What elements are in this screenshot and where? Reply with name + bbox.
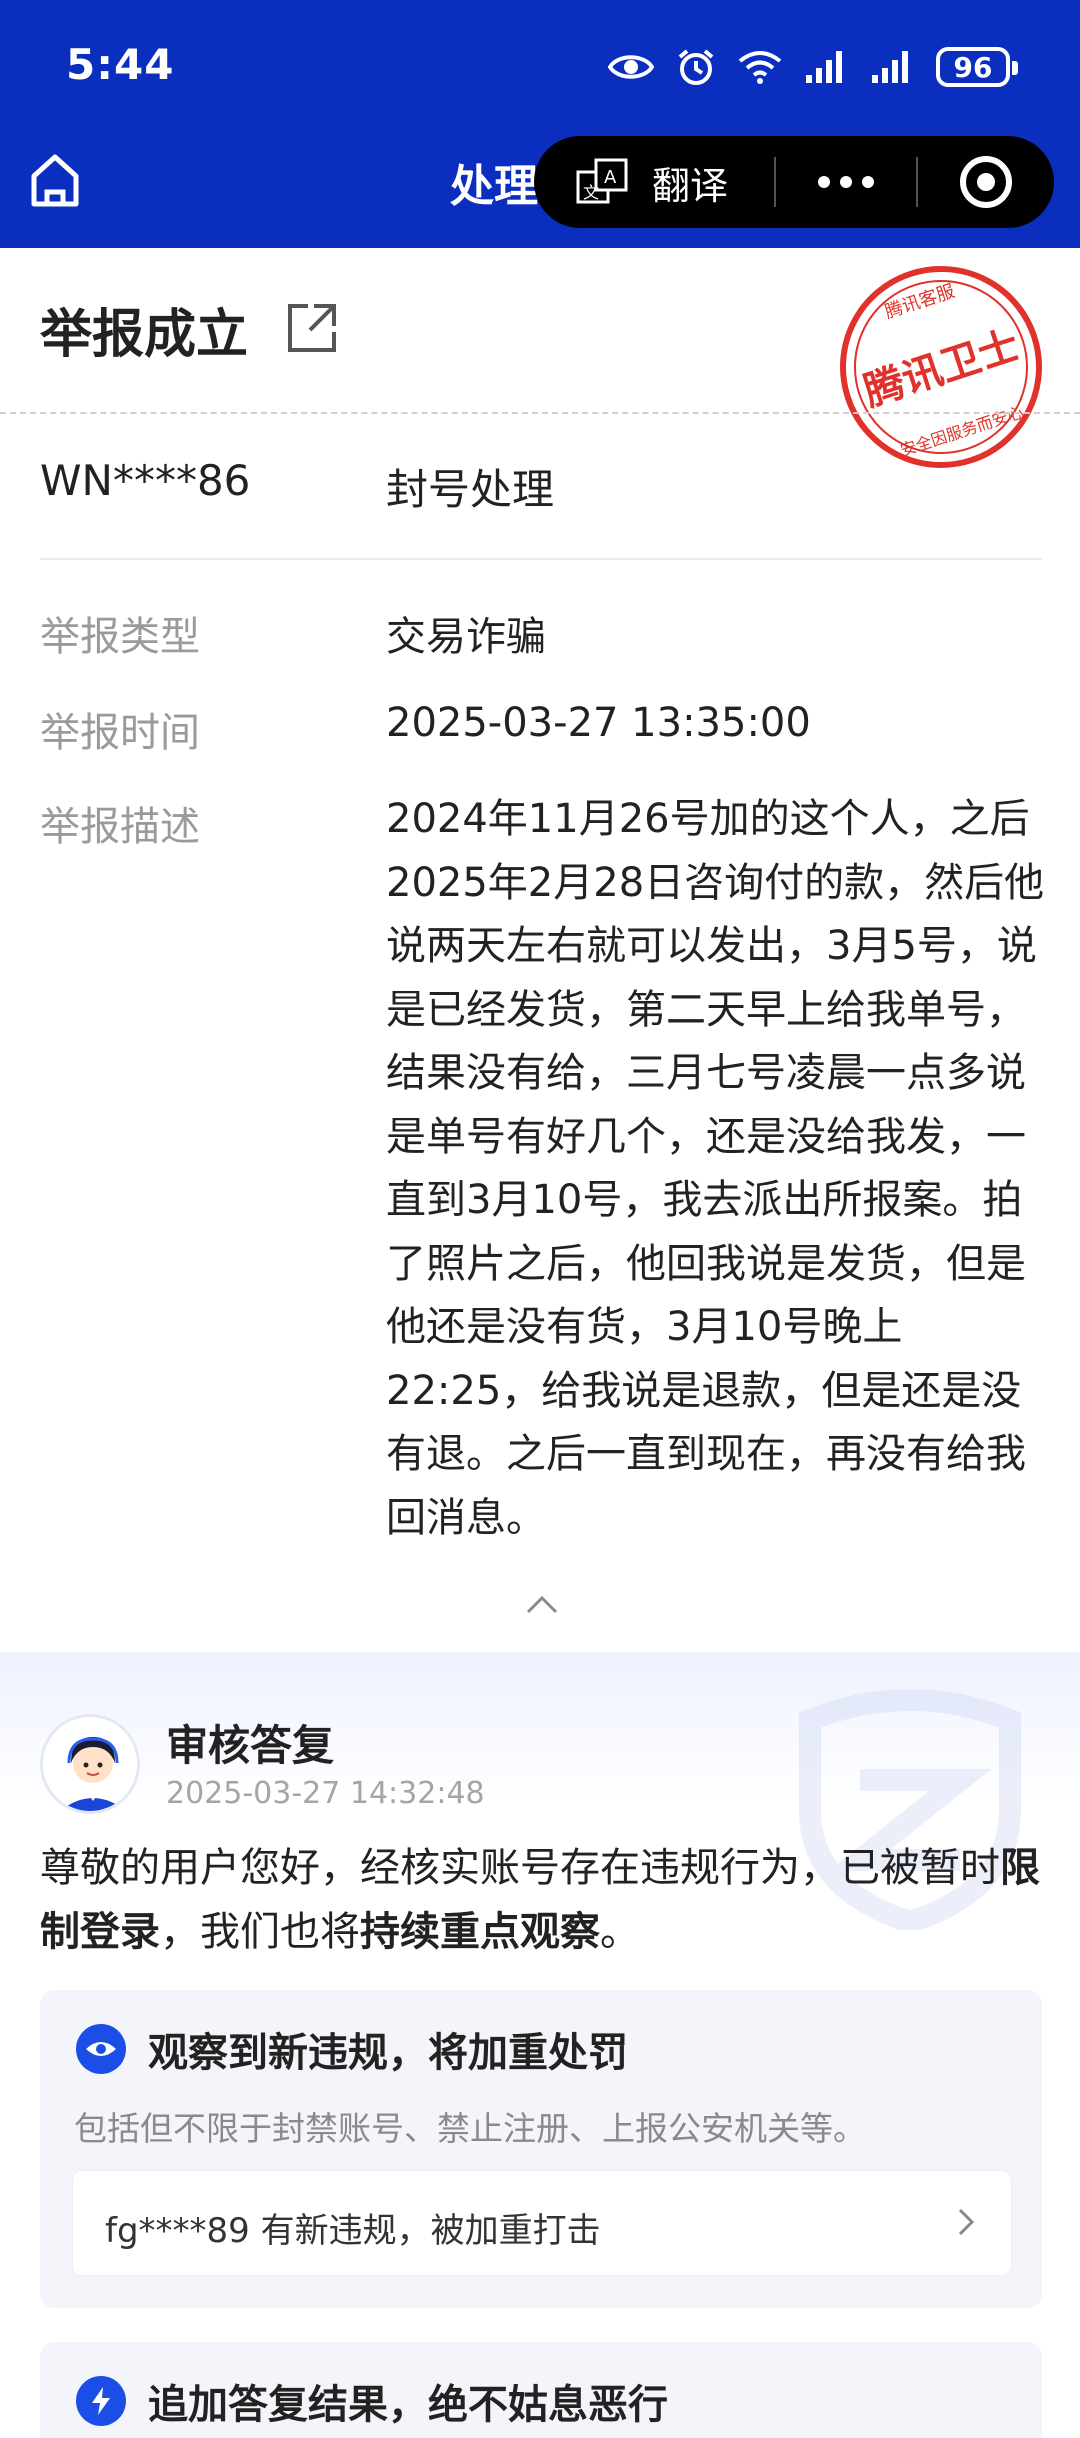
mini-program-capsule: A 文 翻译	[534, 136, 1054, 228]
battery-icon: 96	[936, 47, 1018, 87]
dashed-divider	[0, 412, 1080, 414]
top-bar: 5:44 96 处理 A 文 翻译	[0, 0, 1080, 248]
report-time-label: 举报时间	[40, 710, 200, 756]
alarm-icon	[678, 49, 714, 85]
bold-continuous-watch: 持续重点观察	[360, 1909, 600, 1955]
svg-text:腾讯卫士: 腾讯卫士	[858, 322, 1024, 415]
translate-label: 翻译	[652, 163, 729, 208]
handling-result: 封号处理	[386, 465, 555, 514]
translate-icon: A 文	[576, 158, 628, 204]
close-circle-icon	[960, 156, 1012, 208]
tencent-guard-stamp: 腾讯客服 腾讯卫士 安全因服务而安心	[840, 266, 1042, 468]
violation-item-text: fg****89 有新违规，被加重打击	[105, 2211, 601, 2251]
card-title: 追加答复结果，绝不姑息恶行	[148, 2382, 668, 2428]
svg-text:腾讯客服: 腾讯客服	[882, 281, 957, 323]
report-type-value: 交易诈骗	[386, 614, 546, 660]
svg-text:A: A	[604, 167, 617, 188]
violation-item[interactable]: fg****89 有新违规，被加重打击	[72, 2170, 1012, 2276]
review-message: 尊敬的用户您好，经核实账号存在违规行为，已被暂时限制登录，我们也将持续重点观察。	[40, 1845, 1040, 1955]
status-icons: 96	[608, 42, 1018, 92]
page-title: 处理	[450, 161, 538, 212]
status-time: 5:44	[66, 40, 175, 89]
review-time: 2025-03-27 14:32:48	[166, 1776, 485, 1811]
translate-button[interactable]: A 文 翻译	[534, 136, 774, 228]
report-desc-value: 2024年11月26号加的这个人，之后2025年2月28日咨询付的款，然后他说两…	[386, 796, 1045, 1541]
report-desc-label: 举报描述	[40, 804, 200, 850]
more-dot-icon	[818, 176, 830, 188]
divider	[40, 558, 1042, 560]
eye-badge-icon	[76, 2024, 126, 2074]
signal-icon-2	[872, 51, 908, 83]
chevron-right-icon	[958, 2208, 975, 2236]
more-dot-icon	[862, 176, 874, 188]
lightning-badge-icon	[76, 2376, 126, 2426]
wifi-icon	[738, 51, 782, 84]
report-type-label: 举报类型	[40, 614, 200, 660]
close-miniprogram-button[interactable]	[918, 136, 1054, 228]
new-violation-card: 观察到新违规，将加重处罚 包括但不限于封禁账号、禁止注册、上报公安机关等。 fg…	[40, 1990, 1042, 2308]
home-icon[interactable]	[30, 152, 80, 208]
review-title: 审核答复	[166, 1721, 335, 1770]
svg-text:文: 文	[583, 183, 599, 202]
external-link-icon[interactable]	[284, 300, 340, 356]
reported-account: WN****86	[40, 456, 251, 505]
more-dot-icon	[840, 176, 852, 188]
report-time-value: 2025-03-27 13:35:00	[386, 700, 811, 746]
more-button[interactable]	[776, 136, 916, 228]
service-agent-avatar	[40, 1714, 140, 1814]
eye-icon	[608, 55, 654, 79]
chevron-up-icon[interactable]	[526, 1594, 558, 1614]
card-subtitle: 包括但不限于封禁账号、禁止注册、上报公安机关等。	[74, 2109, 866, 2148]
signal-icon	[806, 51, 842, 83]
card-title: 观察到新违规，将加重处罚	[148, 2030, 628, 2076]
additional-reply-card: 追加答复结果，绝不姑息恶行	[40, 2342, 1042, 2438]
report-status-title: 举报成立	[40, 305, 249, 365]
